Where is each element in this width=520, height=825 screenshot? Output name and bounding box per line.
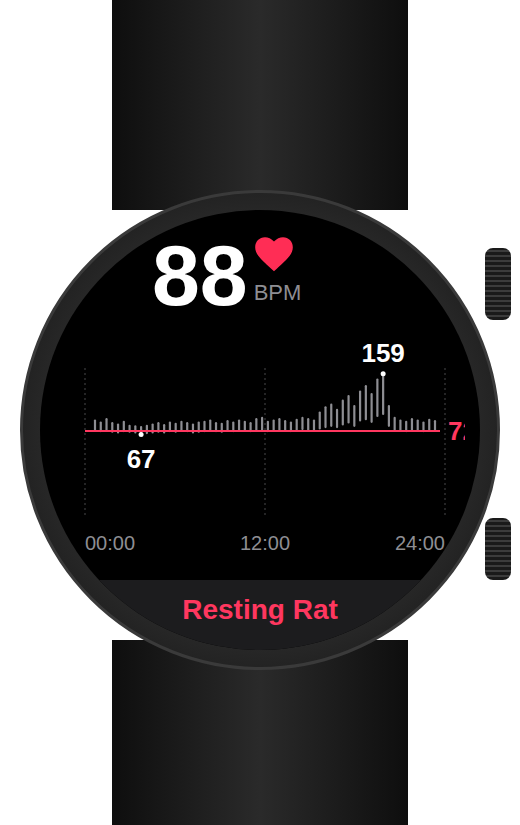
chart-bar [434, 421, 436, 430]
chart-bar [244, 422, 246, 431]
chart-bar [284, 421, 286, 430]
min-dot [139, 432, 144, 437]
heart-rate-meta: BPM [254, 232, 302, 304]
chart-bar [215, 423, 217, 431]
chart-bar [319, 413, 321, 429]
watch-case: 88 BPM 159 67 72 00:00 12:00 24:00 Resting Rat [20, 190, 500, 670]
chart-bar [371, 394, 373, 422]
chart-bar [428, 420, 430, 430]
max-label: 159 [361, 338, 404, 368]
chart-bar [301, 418, 303, 429]
heart-rate-header: 88 BPM [40, 210, 480, 318]
chart-bar [278, 419, 280, 430]
chart-bar [296, 420, 298, 430]
chart-bar [336, 410, 338, 427]
chart-bar [342, 401, 344, 425]
chart-bar [365, 386, 367, 419]
heart-rate-value: 88 [152, 232, 248, 318]
chart-bar [411, 419, 413, 430]
chart-bar [388, 406, 390, 426]
chart-bar [209, 421, 211, 431]
chart-bar [359, 391, 361, 420]
chart-bar [273, 421, 275, 431]
chart-bar [405, 422, 407, 431]
chart-bar [307, 419, 309, 430]
watch-screen[interactable]: 88 BPM 159 67 72 00:00 12:00 24:00 Resting Rat [40, 210, 480, 650]
chart-bar [180, 422, 182, 431]
chart-bar [169, 423, 171, 432]
heart-icon [254, 236, 294, 272]
max-dot [381, 371, 386, 376]
chart-bar [249, 423, 251, 431]
top-band [112, 0, 408, 210]
heart-rate-unit: BPM [254, 282, 302, 304]
chart-bar [186, 423, 188, 431]
chart-bar [267, 422, 269, 431]
resting-rate-label: Resting Rat [182, 592, 338, 627]
chart-area: 159 67 72 00:00 12:00 24:00 [40, 328, 480, 560]
chart-bar [123, 422, 125, 431]
chart-bar [105, 419, 107, 430]
crown-button[interactable] [485, 248, 511, 320]
grid-line [445, 368, 446, 518]
heart-rate-chart: 159 67 72 00:00 12:00 24:00 [55, 328, 465, 560]
chart-bar [94, 421, 96, 430]
watch-page: 88 BPM 159 67 72 00:00 12:00 24:00 Resting Rat [0, 0, 520, 825]
chart-bar [353, 406, 355, 426]
min-label: 67 [127, 444, 156, 474]
grid-line [85, 368, 86, 518]
chart-bar [255, 419, 257, 430]
side-button[interactable] [485, 518, 511, 580]
footer-strip[interactable]: Resting Rat [40, 580, 480, 650]
chart-bar [324, 407, 326, 427]
chart-bar [232, 423, 234, 432]
chart-bar [417, 421, 419, 431]
chart-bar [100, 423, 102, 432]
time-tick: 12:00 [240, 532, 290, 554]
chart-bar [330, 405, 332, 426]
chart-bar [290, 423, 292, 432]
chart-bar [226, 421, 228, 430]
chart-bar [394, 418, 396, 430]
chart-bar [313, 421, 315, 431]
chart-bar [399, 421, 401, 431]
time-tick: 00:00 [85, 532, 135, 554]
average-line [85, 430, 440, 432]
time-tick: 24:00 [395, 532, 445, 554]
chart-bar [261, 418, 263, 430]
chart-bar [203, 422, 205, 431]
chart-bar [238, 421, 240, 430]
chart-bar [347, 396, 349, 422]
chart-bar [382, 374, 384, 414]
average-label: 72 [448, 416, 465, 446]
chart-bar [376, 380, 378, 416]
chart-bar [422, 423, 424, 432]
grid-line [265, 368, 266, 518]
